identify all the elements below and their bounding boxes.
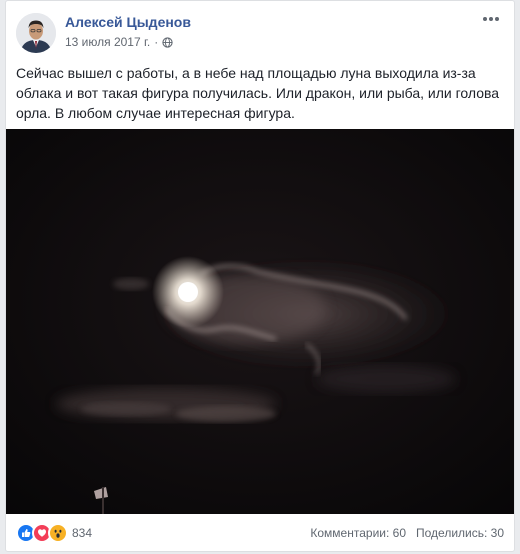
meta-separator: · bbox=[154, 35, 159, 49]
post-card: Алексей Цыденов 13 июля 2017 г. · Сейчас… bbox=[5, 0, 515, 552]
wow-icon bbox=[48, 523, 68, 543]
engagement-stats: Комментарии: 60 Поделились: 30 bbox=[310, 526, 504, 540]
reactions-summary[interactable]: 834 bbox=[16, 523, 92, 543]
avatar-image bbox=[16, 13, 56, 53]
reaction-count: 834 bbox=[72, 526, 93, 540]
moon-cloud-image bbox=[6, 129, 514, 514]
author-avatar[interactable] bbox=[16, 13, 56, 53]
globe-icon[interactable] bbox=[162, 36, 173, 48]
author-name[interactable]: Алексей Цыденов bbox=[65, 14, 191, 30]
shares-count[interactable]: Поделились: 30 bbox=[416, 526, 504, 540]
more-options-icon[interactable] bbox=[480, 11, 502, 25]
post-photo[interactable] bbox=[6, 129, 514, 514]
post-meta: 13 июля 2017 г. · bbox=[65, 35, 173, 49]
post-text: Сейчас вышел с работы, а в небе над площ… bbox=[16, 65, 500, 121]
post-footer: 834 Комментарии: 60 Поделились: 30 bbox=[16, 519, 504, 547]
comments-count[interactable]: Комментарии: 60 bbox=[310, 526, 406, 540]
post-date[interactable]: 13 июля 2017 г. bbox=[65, 35, 150, 49]
